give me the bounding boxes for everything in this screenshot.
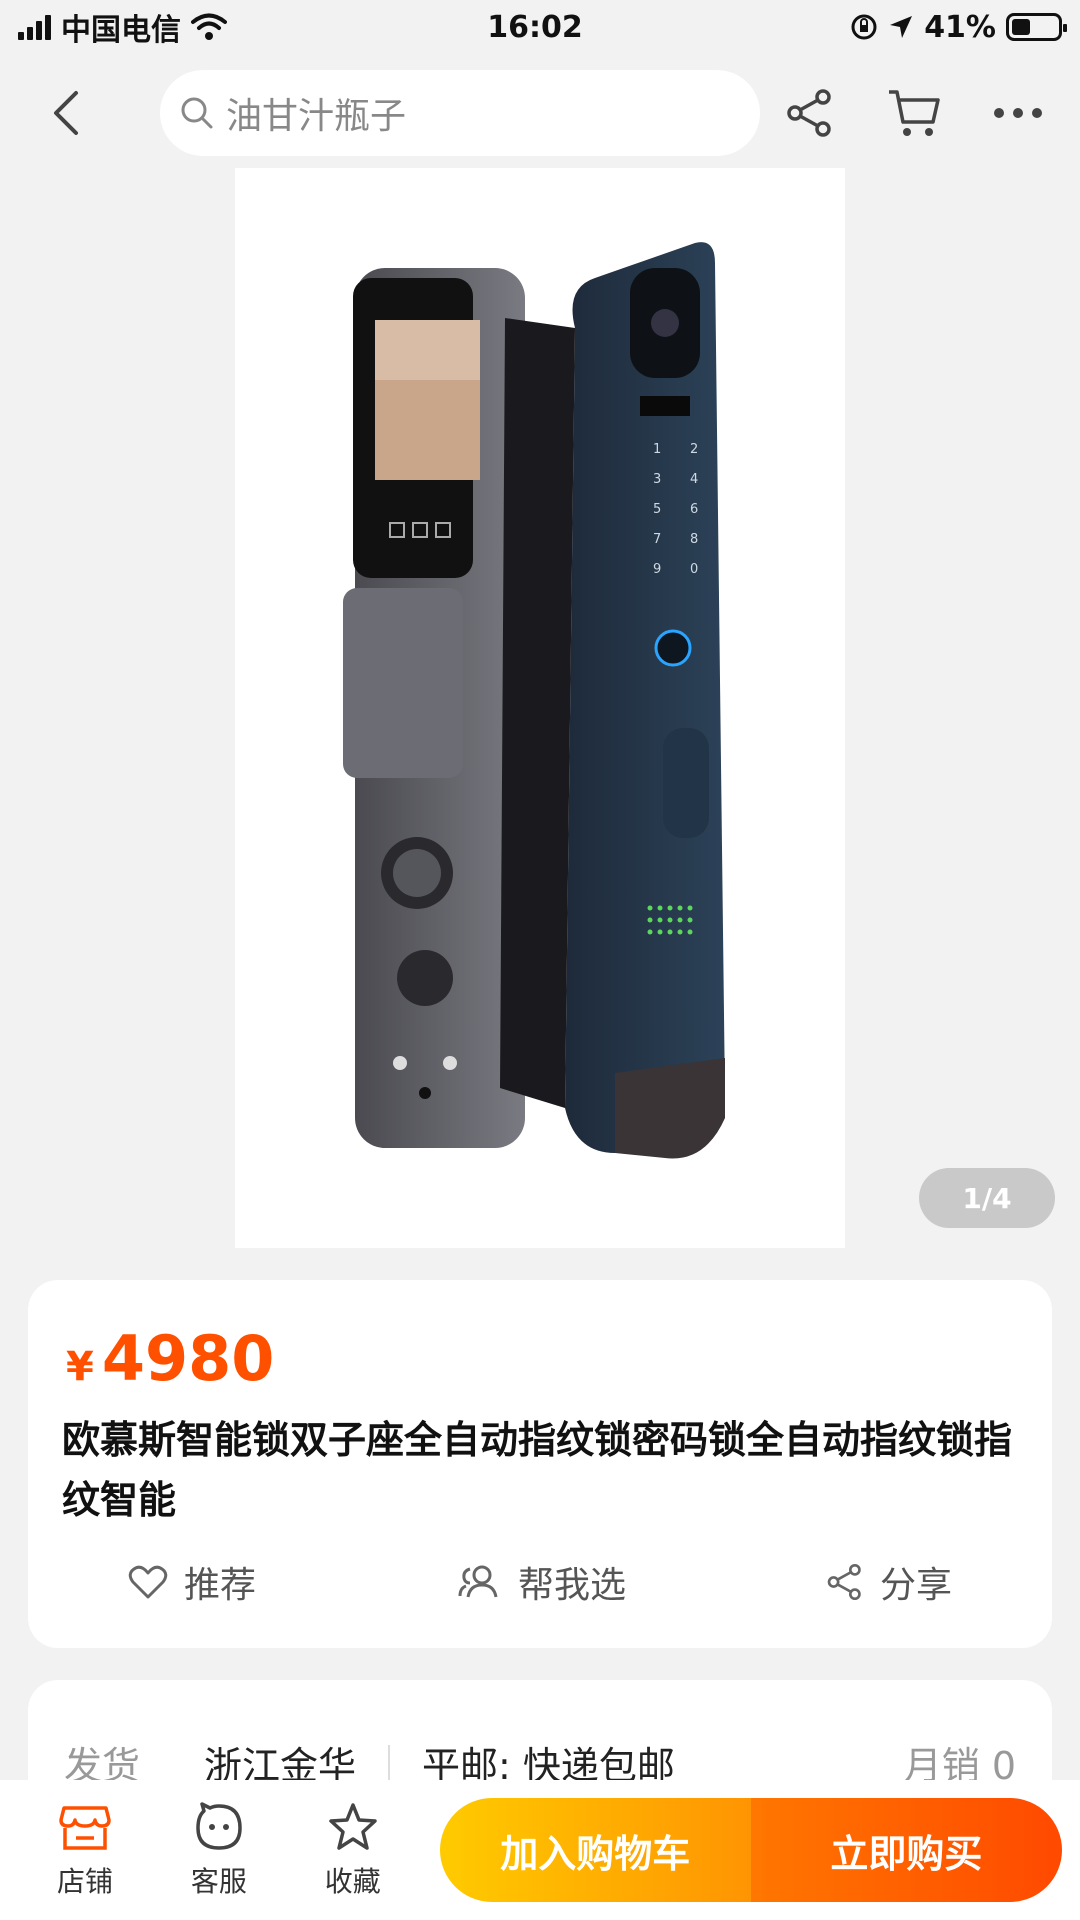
battery-fill [1012,19,1031,35]
svg-text:3: 3 [653,472,661,487]
signal-icon [18,14,51,40]
svg-text:6: 6 [690,502,698,517]
more-icon [994,108,1042,118]
users-icon [458,1565,498,1598]
help-choose-label: 帮我选 [517,1565,626,1606]
product-title: 欧慕斯智能锁双子座全自动指纹锁密码锁全自动指纹锁指纹智能 [62,1418,1013,1522]
search-icon [181,97,213,129]
store-button[interactable]: 店铺 [18,1800,152,1900]
battery-percent: 41% [924,9,996,45]
store-label: 店铺 [56,1865,113,1898]
help-choose-button[interactable]: 帮我选 [456,1556,626,1608]
svg-text:0: 0 [690,562,698,577]
wifi-icon [191,13,227,40]
svg-text:1: 1 [653,442,661,457]
svg-text:2: 2 [690,442,698,457]
share-action-button[interactable]: 分享 [826,1556,952,1608]
price-value: 4980 [101,1322,275,1395]
price: ¥ 4980 [66,1322,274,1395]
nav-bar: 油甘汁瓶子 [0,58,1080,168]
svg-text:9: 9 [653,562,661,577]
divider [388,1744,391,1781]
smart-lock-illustration: 1 2 3 4 5 6 7 8 9 0 [343,242,725,1159]
status-bar: 中国电信 16:02 41% [0,0,1080,54]
product-gallery[interactable]: 1 2 3 4 5 6 7 8 9 0 1/4 [0,168,1080,1248]
orientation-lock-icon [851,14,877,40]
product-info-card: ¥ 4980 欧慕斯智能锁双子座全自动指纹锁密码锁全自动指纹锁指纹智能 推荐 帮… [28,1280,1052,1648]
share-button[interactable] [778,81,842,145]
product-image[interactable]: 1 2 3 4 5 6 7 8 9 0 [235,168,845,1248]
back-button[interactable] [30,73,100,153]
store-icon [59,1806,111,1850]
clock: 16:02 [487,9,583,45]
service-icon [196,1802,242,1850]
buy-now-button[interactable]: 立即购买 [750,1798,1062,1902]
battery-icon [1006,13,1067,41]
service-button[interactable]: 客服 [152,1800,286,1900]
svg-text:4: 4 [690,472,698,487]
favorite-button[interactable]: 收藏 [286,1800,420,1900]
svg-text:8: 8 [690,532,698,547]
cart-button[interactable] [882,81,946,145]
search-input[interactable]: 油甘汁瓶子 [160,70,760,156]
share-label: 分享 [879,1565,952,1606]
add-to-cart-button[interactable]: 加入购物车 [439,1798,751,1902]
svg-text:5: 5 [653,502,661,517]
page-indicator: 1/4 [919,1168,1055,1228]
heart-icon [128,1565,168,1599]
recommend-button[interactable]: 推荐 [128,1556,256,1608]
bottom-bar: 店铺 客服 收藏 加入购物车 立即购买 [0,1780,1080,1920]
carrier-label: 中国电信 [61,13,181,48]
currency-symbol: ¥ [66,1344,94,1390]
cta-group: 加入购物车 立即购买 [439,1798,1062,1902]
service-label: 客服 [190,1865,247,1898]
back-icon [54,91,78,135]
cart-icon [889,90,940,136]
more-button[interactable] [986,81,1050,145]
location-icon [890,16,913,38]
share-icon [787,89,831,137]
share-icon [827,1563,861,1601]
search-placeholder: 油甘汁瓶子 [226,96,407,137]
product-actions: 推荐 帮我选 分享 [28,1542,1052,1622]
svg-text:7: 7 [653,532,661,547]
star-icon [329,1803,377,1850]
recommend-label: 推荐 [183,1565,256,1606]
favorite-label: 收藏 [324,1865,381,1898]
